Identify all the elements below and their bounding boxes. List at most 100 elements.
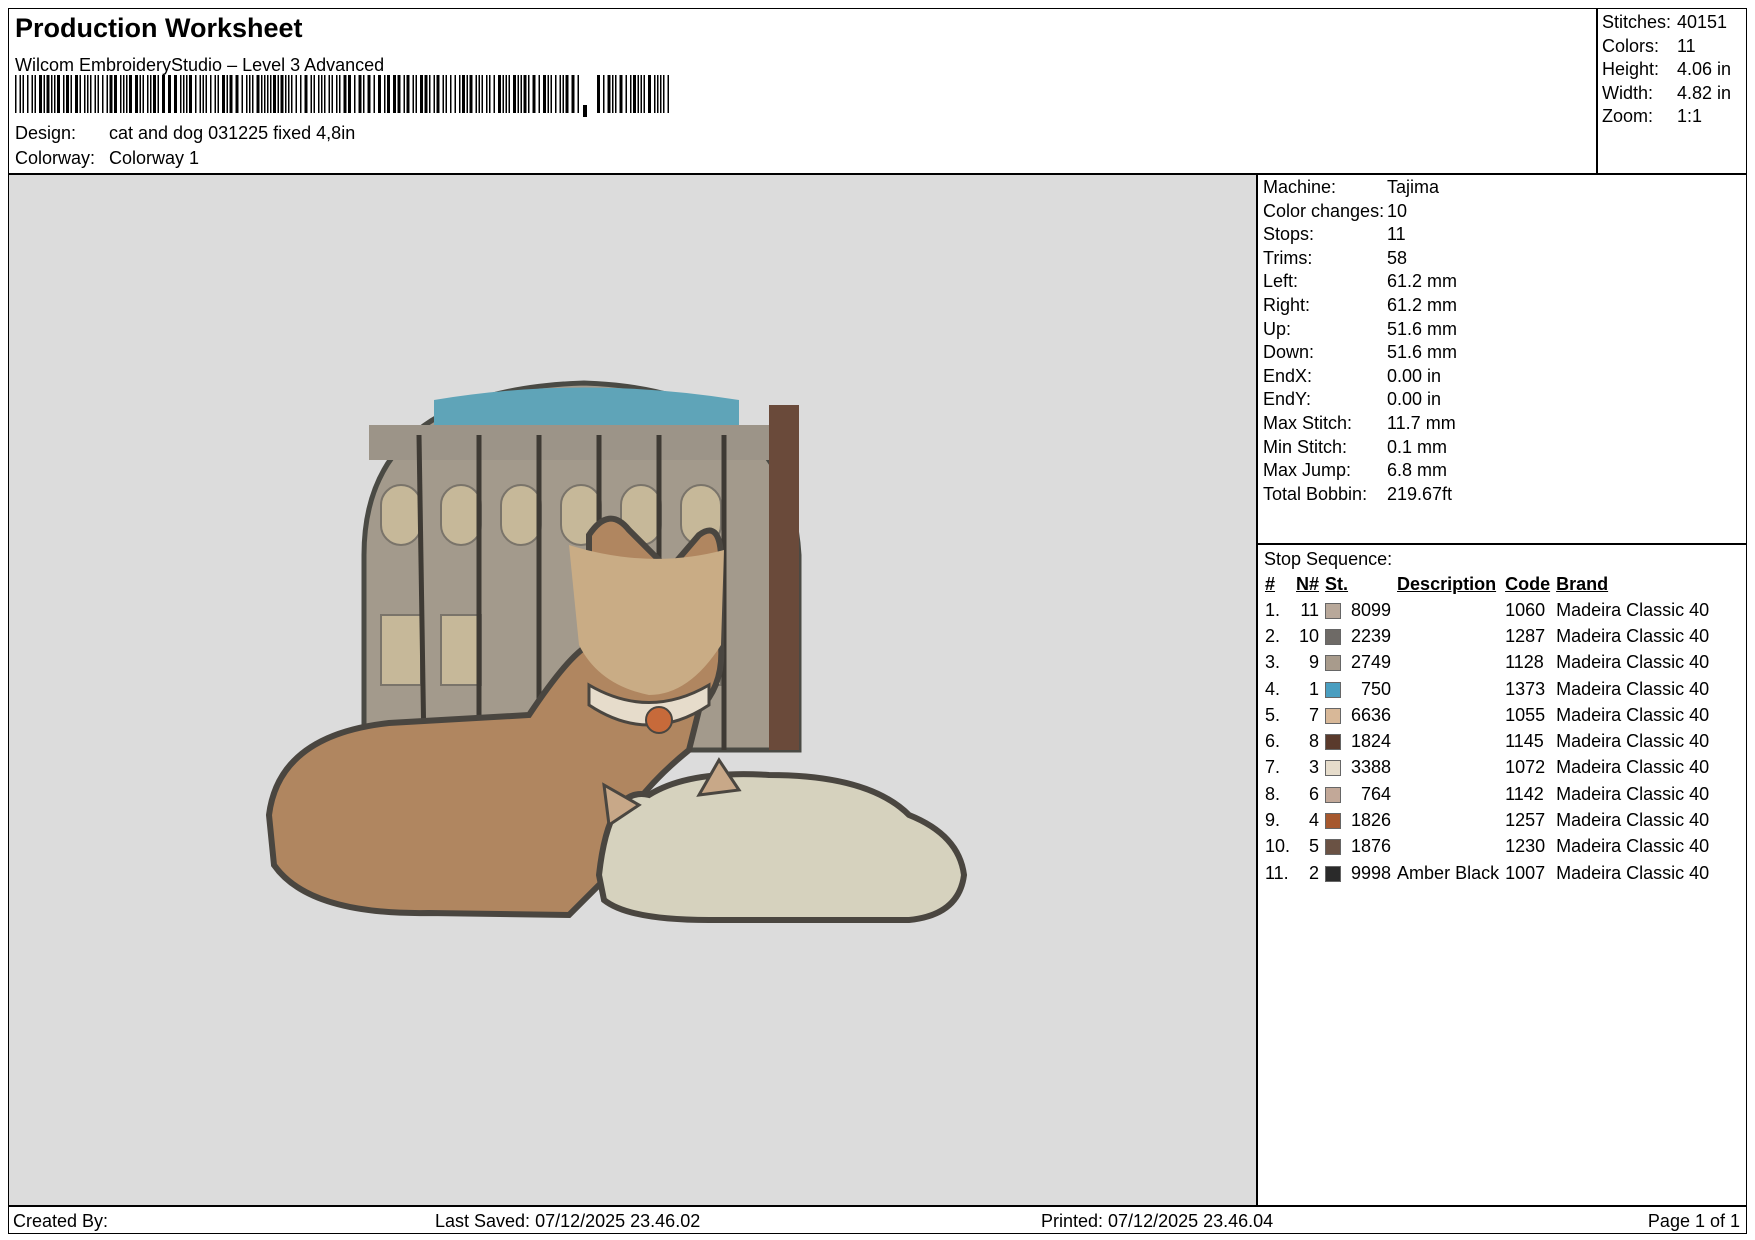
col-header-needle: N# bbox=[1296, 573, 1320, 594]
info-row: Machine: Tajima bbox=[1263, 177, 1439, 198]
col-header-brand: Brand bbox=[1556, 573, 1609, 594]
needle-number: 8 bbox=[1309, 731, 1320, 752]
thread-brand: Madeira Classic 40 bbox=[1556, 810, 1710, 831]
stitch-count: 3388 bbox=[1351, 757, 1392, 778]
stitch-count: 2749 bbox=[1351, 652, 1392, 673]
needle-number: 2 bbox=[1309, 862, 1320, 883]
needle-number: 1 bbox=[1309, 678, 1320, 699]
thread-brand: Madeira Classic 40 bbox=[1556, 625, 1710, 646]
design-row: Design: cat and dog 031225 fixed 4,8in bbox=[15, 123, 355, 144]
summary-row: Height: 4.06 in bbox=[1602, 59, 1731, 80]
stop-index: 6. bbox=[1265, 731, 1281, 752]
summary-value: 11 bbox=[1677, 35, 1696, 56]
thread-brand: Madeira Classic 40 bbox=[1556, 783, 1710, 804]
color-swatch bbox=[1325, 707, 1342, 724]
info-label: EndX: bbox=[1263, 365, 1313, 386]
color-swatch bbox=[1325, 655, 1342, 672]
info-label: Left: bbox=[1263, 271, 1299, 292]
software-name: Wilcom EmbroideryStudio – Level 3 Advanc… bbox=[15, 55, 385, 75]
stitch-count: 9998 bbox=[1351, 862, 1392, 883]
thread-description bbox=[1394, 676, 1502, 702]
table-row: 3. 9 2749 1128 Madeira Classic 40 bbox=[1262, 650, 1712, 676]
stitch-count-cell: 2749 bbox=[1322, 650, 1394, 676]
info-label: Machine: bbox=[1263, 177, 1337, 197]
thread-description bbox=[1394, 755, 1502, 781]
stitch-count-cell: 6636 bbox=[1322, 702, 1394, 728]
thread-description bbox=[1394, 650, 1502, 676]
table-row: 10. 5 1876 1230 Madeira Classic 40 bbox=[1262, 834, 1712, 860]
barcode bbox=[15, 75, 669, 117]
stitch-count: 8099 bbox=[1351, 599, 1392, 620]
color-swatch bbox=[1325, 602, 1342, 619]
thread-code: 1257 bbox=[1505, 810, 1546, 831]
summary-row: Zoom: 1:1 bbox=[1602, 106, 1702, 127]
colorway-name: Colorway 1 bbox=[109, 148, 200, 168]
thread-brand: Madeira Classic 40 bbox=[1556, 652, 1710, 673]
summary-value: 4.06 in bbox=[1677, 59, 1732, 79]
thread-code: 1373 bbox=[1505, 678, 1546, 699]
info-label: Trims: bbox=[1263, 247, 1313, 268]
thread-brand: Madeira Classic 40 bbox=[1556, 836, 1710, 857]
info-row: Down: 51.6 mm bbox=[1263, 342, 1457, 363]
stop-index: 8. bbox=[1265, 783, 1281, 804]
thread-description bbox=[1394, 781, 1502, 807]
stitch-count-cell: 750 bbox=[1322, 676, 1394, 702]
needle-number: 7 bbox=[1309, 704, 1320, 725]
info-label: Up: bbox=[1263, 318, 1292, 339]
stitch-count: 750 bbox=[1361, 678, 1392, 699]
thread-code: 1060 bbox=[1505, 599, 1546, 620]
stop-sequence-table: # N# St. Description Code Brand 1. 11 8099… bbox=[1262, 571, 1712, 886]
thread-brand: Madeira Classic 40 bbox=[1556, 757, 1710, 778]
summary-value: 4.82 in bbox=[1677, 82, 1732, 103]
needle-number: 10 bbox=[1299, 625, 1320, 646]
info-value: 0.00 in bbox=[1387, 365, 1442, 386]
stitch-count: 1876 bbox=[1351, 836, 1392, 857]
table-row: 4. 1 750 1373 Madeira Classic 40 bbox=[1262, 676, 1712, 702]
info-label: Down: bbox=[1263, 342, 1315, 363]
stop-index: 4. bbox=[1265, 678, 1281, 699]
table-row: 8. 6 764 1142 Madeira Classic 40 bbox=[1262, 781, 1712, 807]
created-by: Created By: bbox=[13, 1211, 109, 1231]
stitch-count-cell: 3388 bbox=[1322, 755, 1394, 781]
info-value: 58 bbox=[1387, 247, 1408, 268]
table-row: 9. 4 1826 1257 Madeira Classic 40 bbox=[1262, 807, 1712, 833]
col-header-stitches: St. bbox=[1325, 573, 1349, 594]
info-value: 61.2 mm bbox=[1387, 271, 1458, 292]
info-label: Total Bobbin: bbox=[1263, 483, 1368, 504]
color-swatch bbox=[1325, 760, 1342, 777]
stop-index: 2. bbox=[1265, 625, 1281, 646]
thread-description bbox=[1394, 623, 1502, 649]
col-header-code: Code bbox=[1505, 573, 1551, 594]
thread-code: 1072 bbox=[1505, 757, 1546, 778]
info-label: Max Stitch: bbox=[1263, 413, 1353, 433]
colorway-label: Colorway: bbox=[15, 148, 96, 168]
machine-info-panel: Machine: Tajima Color changes: 10 Stops: 11 Tr… bbox=[1257, 174, 1747, 544]
summary-label: Width: bbox=[1602, 82, 1654, 103]
color-swatch bbox=[1325, 813, 1342, 830]
page-number: Page 1 of 1 bbox=[1647, 1211, 1740, 1231]
needle-number: 11 bbox=[1300, 599, 1320, 620]
summary-row: Width: 4.82 in bbox=[1602, 82, 1731, 104]
worksheet-footer: Created By: Last Saved: 07/12/2025 23.46… bbox=[8, 1206, 1747, 1234]
stitch-count: 764 bbox=[1361, 783, 1392, 804]
stop-index: 5. bbox=[1265, 704, 1281, 725]
summary-label: Zoom: bbox=[1602, 106, 1654, 126]
info-label: Min Stitch: bbox=[1263, 436, 1348, 457]
stitch-count: 1824 bbox=[1351, 731, 1392, 752]
color-swatch bbox=[1325, 734, 1342, 751]
thread-code: 1230 bbox=[1505, 836, 1546, 857]
col-header-index: # bbox=[1265, 573, 1276, 594]
info-value: 11 bbox=[1387, 224, 1406, 245]
info-value: 11.7 mm bbox=[1387, 413, 1456, 433]
stop-index: 1. bbox=[1265, 599, 1281, 620]
design-name: cat and dog 031225 fixed 4,8in bbox=[109, 123, 356, 143]
info-label: Right: bbox=[1263, 295, 1311, 315]
info-row: EndX: 0.00 in bbox=[1263, 365, 1441, 387]
info-value: 10 bbox=[1387, 200, 1408, 221]
info-row: Min Stitch: 0.1 mm bbox=[1263, 436, 1447, 458]
embroidery-preview-image bbox=[265, 380, 968, 923]
stop-sequence-title: Stop Sequence: bbox=[1264, 549, 1393, 569]
thread-brand: Madeira Classic 40 bbox=[1556, 599, 1710, 620]
col-header-description: Description bbox=[1397, 573, 1497, 594]
summary-value: 1:1 bbox=[1677, 106, 1703, 126]
